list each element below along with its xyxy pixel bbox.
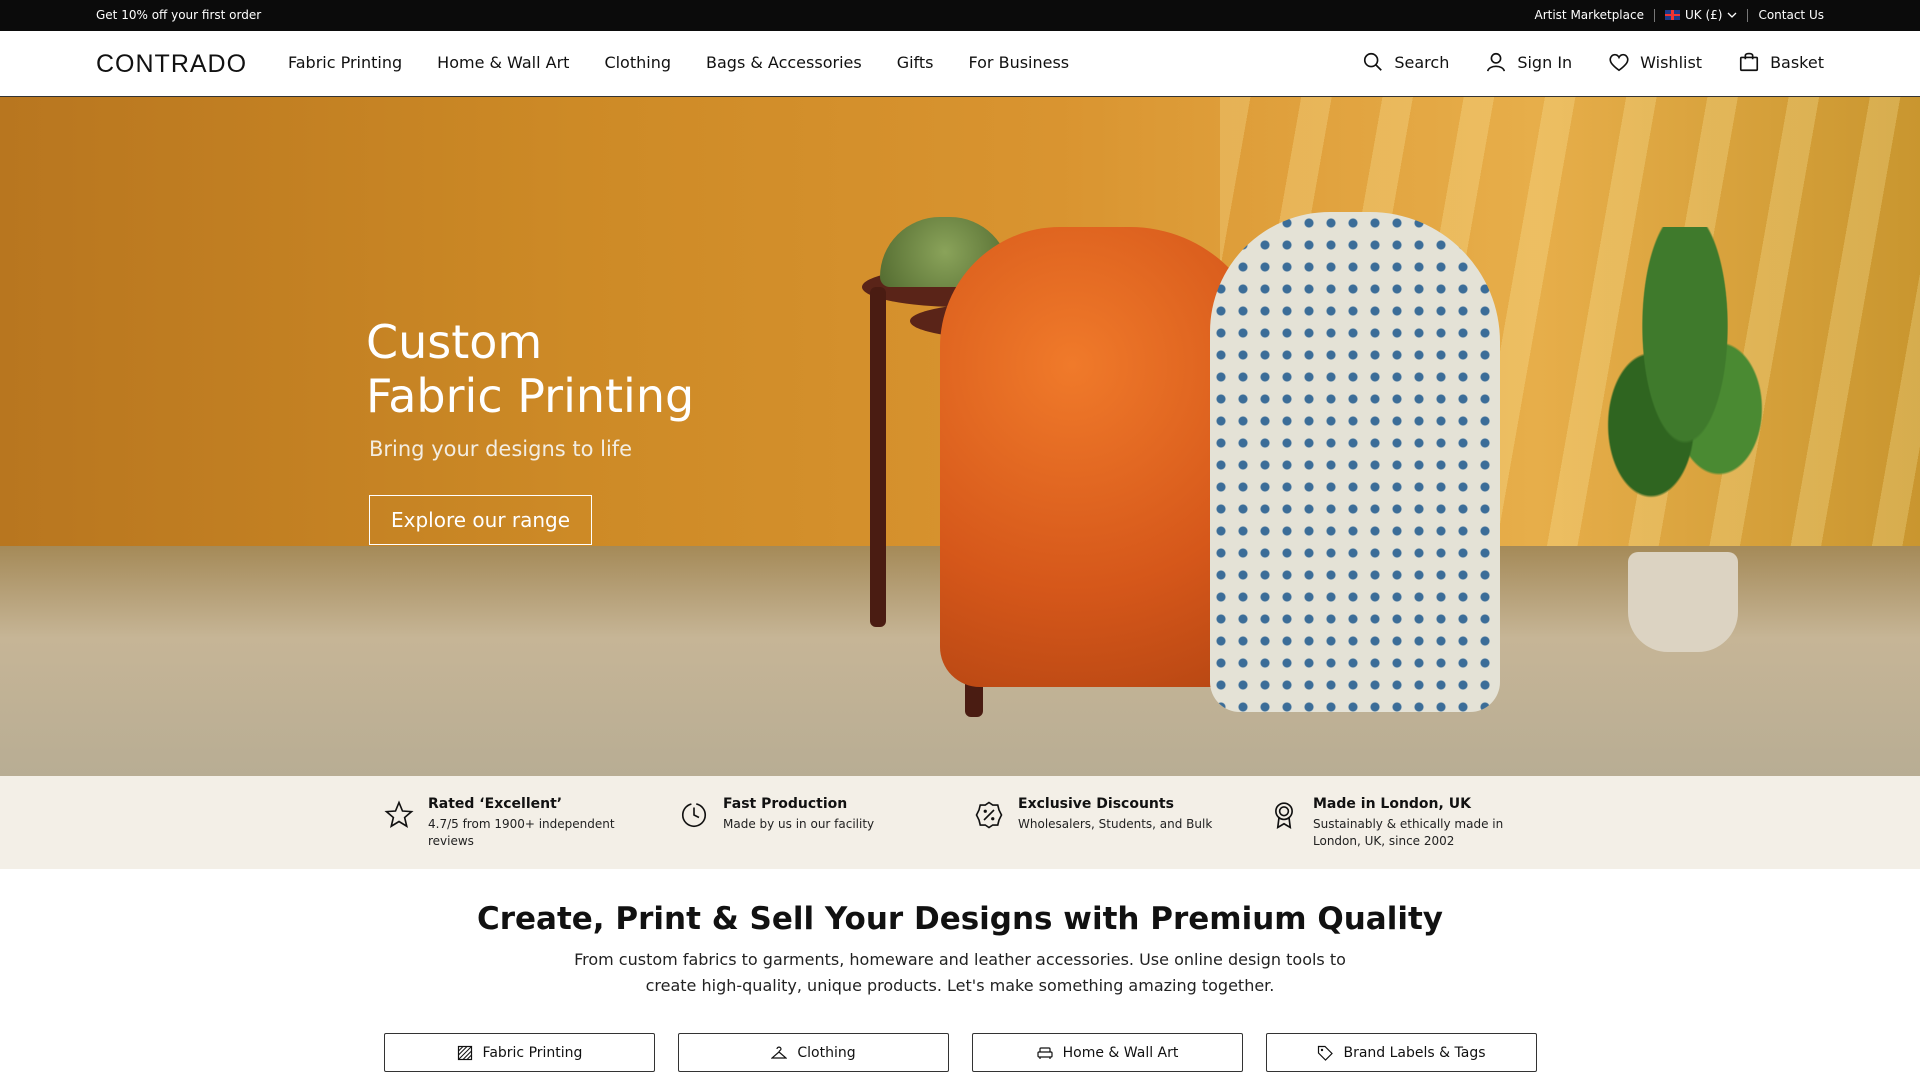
- category-label: Fabric Printing: [482, 1044, 583, 1061]
- sofa-icon: [1037, 1046, 1053, 1059]
- basket-button[interactable]: Basket: [1738, 51, 1824, 73]
- nav-clothing[interactable]: Clothing: [604, 53, 671, 72]
- blue-pattern-fabric-decoration: [1210, 212, 1500, 712]
- hero-title-line2: Fabric Printing: [366, 369, 695, 423]
- main-nav: Fabric Printing Home & Wall Art Clothing…: [288, 53, 1069, 72]
- feature-title: Rated ‘Excellent’: [428, 796, 563, 812]
- divider: [1653, 8, 1655, 22]
- intro-title: Create, Print & Sell Your Designs with P…: [476, 901, 1443, 937]
- hero-subtitle: Bring your designs to life: [369, 437, 633, 461]
- feature-fast-production: Fast Production Made by us in our facili…: [679, 796, 923, 833]
- divider: [1747, 8, 1749, 22]
- hero-content: Custom Fabric Printing Bring your design…: [366, 315, 786, 545]
- feature-desc: Made by us in our facility: [723, 817, 875, 831]
- wishlist-button[interactable]: Wishlist: [1608, 51, 1702, 73]
- category-clothing-button[interactable]: Clothing: [678, 1033, 949, 1072]
- nav-fabric-printing[interactable]: Fabric Printing: [288, 53, 402, 72]
- award-icon: [1275, 802, 1293, 830]
- category-fabric-printing-button[interactable]: Fabric Printing: [384, 1033, 655, 1072]
- main-header: CONTRADO Fabric Printing Home & Wall Art…: [0, 31, 1920, 97]
- category-label: Brand Labels & Tags: [1343, 1044, 1486, 1061]
- feature-title: Made in London, UK: [1313, 796, 1471, 812]
- feature-exclusive-discounts: Exclusive Discounts Wholesalers, Student…: [974, 796, 1218, 833]
- hero-banner: Custom Fabric Printing Bring your design…: [0, 97, 1920, 776]
- tag-icon: [1318, 1045, 1334, 1061]
- search-label: Search: [1394, 52, 1450, 72]
- category-buttons: Fabric Printing Clothing Home & Wall Art…: [384, 1033, 1537, 1072]
- heart-icon: [1609, 53, 1629, 72]
- header-actions: Search Sign In Wishlist Basket: [1362, 51, 1824, 73]
- explore-range-button[interactable]: Explore our range: [369, 495, 593, 545]
- logo[interactable]: CONTRADO: [96, 50, 247, 79]
- sign-in-button[interactable]: Sign In: [1485, 51, 1572, 73]
- chevron-down-icon: [1727, 12, 1737, 18]
- feature-made-in-london: Made in London, UK Sustainably & ethical…: [1269, 796, 1513, 850]
- category-brand-labels-tags-button[interactable]: Brand Labels & Tags: [1266, 1033, 1537, 1072]
- contact-us-link[interactable]: Contact Us: [1758, 8, 1824, 22]
- percent-badge-icon: [975, 801, 1003, 829]
- feature-title: Exclusive Discounts: [1018, 796, 1174, 812]
- uk-flag-icon: [1664, 10, 1680, 20]
- feature-desc: 4.7/5 from 1900+ independent reviews: [428, 817, 615, 848]
- hero-title: Custom Fabric Printing: [366, 315, 786, 423]
- feature-title: Fast Production: [723, 796, 848, 812]
- fabric-icon: [457, 1045, 472, 1060]
- wishlist-label: Wishlist: [1640, 52, 1703, 72]
- feature-desc: Sustainably & ethically made in London, …: [1313, 817, 1504, 848]
- region-selector[interactable]: UK (£): [1664, 8, 1737, 22]
- feature-rated-excellent: Rated ‘Excellent’ 4.7/5 from 1900+ indep…: [384, 796, 628, 850]
- plant-pot-decoration: [1628, 552, 1738, 652]
- category-home-wall-art-button[interactable]: Home & Wall Art: [972, 1033, 1243, 1072]
- feature-desc: Wholesalers, Students, and Bulk: [1018, 817, 1213, 831]
- nav-home-wall-art[interactable]: Home & Wall Art: [437, 53, 569, 72]
- nav-for-business[interactable]: For Business: [969, 53, 1070, 72]
- top-bar: Get 10% off your first order Artist Mark…: [0, 0, 1920, 31]
- category-label: Home & Wall Art: [1062, 1044, 1179, 1061]
- hero-title-line1: Custom: [366, 315, 543, 369]
- search-button[interactable]: Search: [1362, 51, 1449, 73]
- basket-label: Basket: [1770, 52, 1824, 72]
- hanger-icon: [771, 1046, 788, 1059]
- artist-marketplace-link[interactable]: Artist Marketplace: [1534, 8, 1644, 22]
- stool-leg-decoration: [870, 287, 886, 627]
- nav-gifts[interactable]: Gifts: [897, 53, 934, 72]
- star-icon: [384, 800, 414, 828]
- user-icon: [1487, 52, 1506, 72]
- intro-description: From custom fabrics to garments, homewar…: [574, 950, 1346, 995]
- nav-bags-accessories[interactable]: Bags & Accessories: [706, 53, 862, 72]
- clock-icon: [681, 802, 707, 828]
- promo-text[interactable]: Get 10% off your first order: [96, 8, 261, 22]
- plant-decoration: [1600, 227, 1770, 557]
- category-label: Clothing: [797, 1044, 856, 1061]
- features-strip: Rated ‘Excellent’ 4.7/5 from 1900+ indep…: [0, 776, 1920, 869]
- search-icon: [1364, 52, 1383, 71]
- bag-icon: [1739, 52, 1759, 72]
- sign-in-label: Sign In: [1517, 52, 1573, 72]
- region-label: UK (£): [1684, 8, 1723, 22]
- top-bar-links: Artist Marketplace UK (£) Contact Us: [1534, 8, 1824, 22]
